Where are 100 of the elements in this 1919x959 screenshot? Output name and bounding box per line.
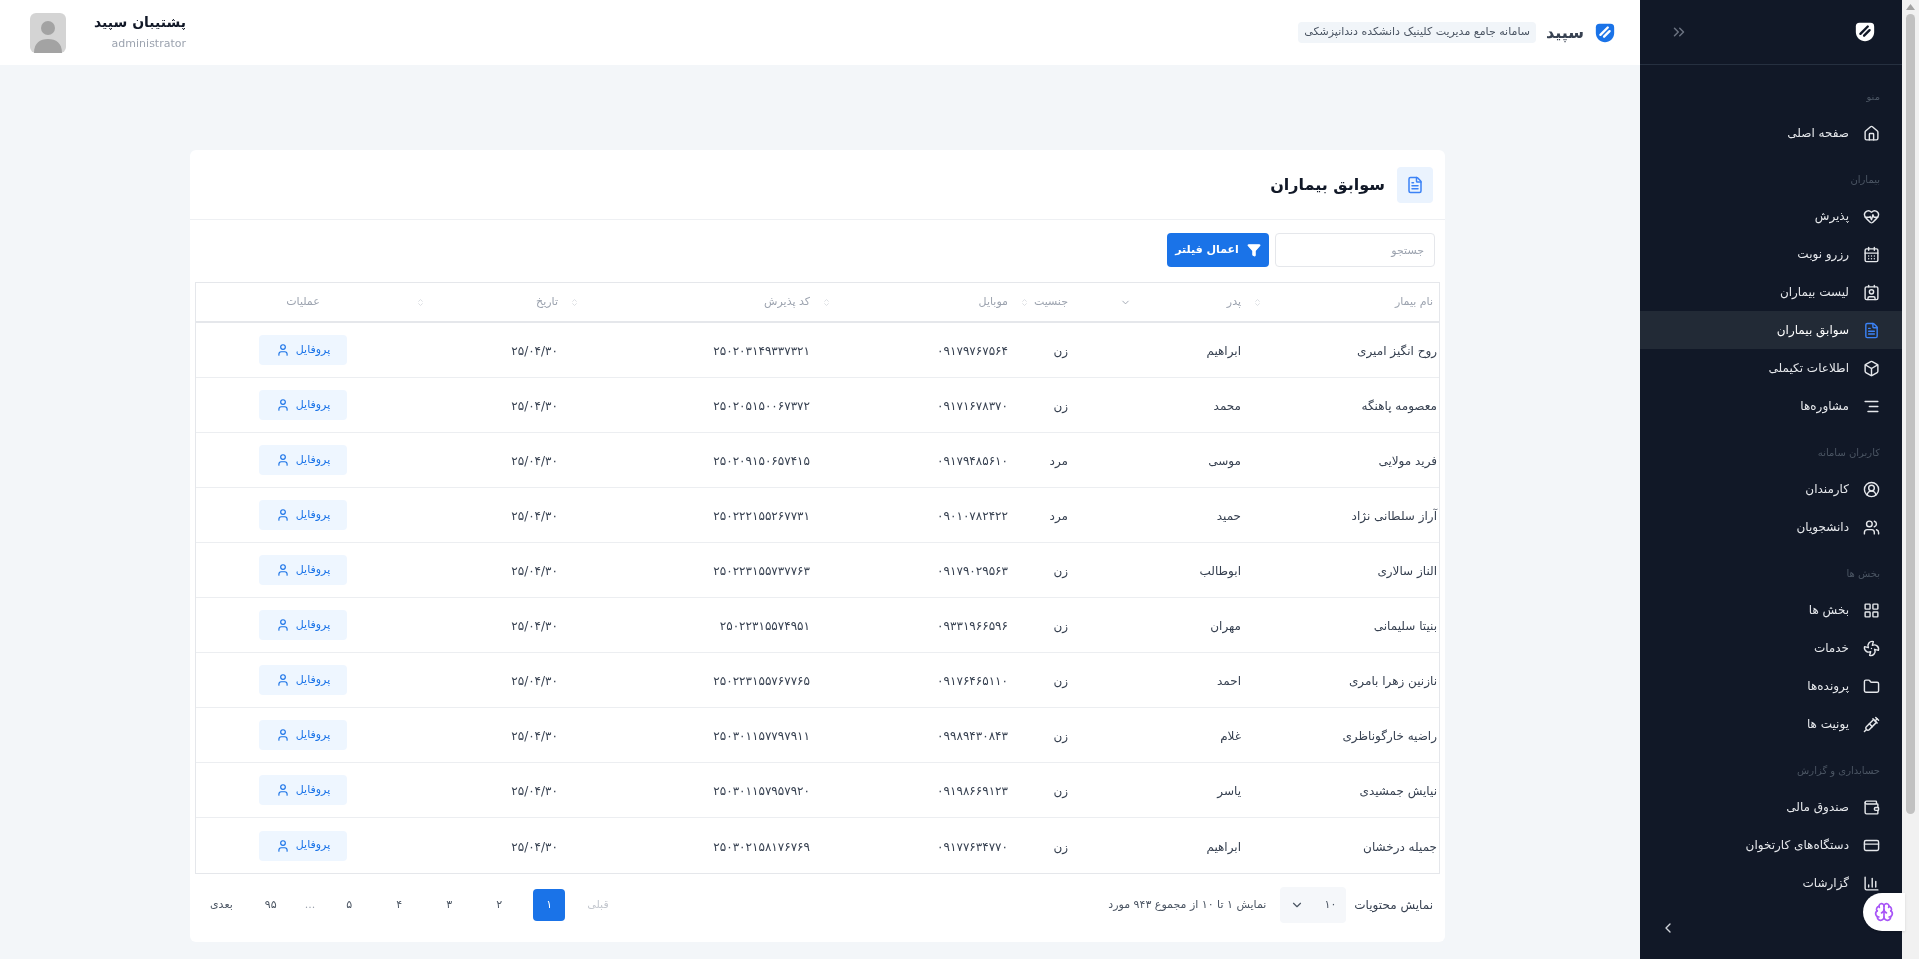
page-button[interactable]: ۲ bbox=[483, 889, 516, 921]
table-cell: موسی bbox=[1208, 454, 1241, 468]
next-button[interactable]: بعدی bbox=[206, 896, 237, 914]
page-size-label: نمایش محتویات bbox=[1354, 897, 1433, 914]
sort-icon[interactable] bbox=[1253, 297, 1262, 307]
app-subtitle: سامانه جامع مدیریت کلینیک دانشکده دندانپزشکی bbox=[1298, 22, 1536, 43]
table-cell: مرد bbox=[1049, 509, 1068, 523]
menu-item[interactable]: پذیرش bbox=[1640, 197, 1902, 235]
sort-icon[interactable] bbox=[1020, 297, 1029, 307]
table-cell: ۲۵۰۲۰۵۱۵۰۰۶۷۳۷۲ bbox=[713, 399, 810, 413]
table-cell: ۲۵/۰۴/۳۰ bbox=[511, 454, 558, 468]
menu-item[interactable]: دستگاه‌های کارتخوان bbox=[1640, 826, 1902, 864]
table-cell: ۲۵/۰۴/۳۰ bbox=[511, 564, 558, 578]
menu-item[interactable]: یونیت ها bbox=[1640, 705, 1902, 743]
logo-icon bbox=[1854, 21, 1876, 43]
page-button[interactable]: ۳ bbox=[433, 889, 466, 921]
page-button[interactable]: ۹۵ bbox=[254, 889, 287, 921]
logo-icon bbox=[1594, 21, 1616, 44]
menu-item[interactable]: گزارشات bbox=[1640, 864, 1902, 902]
section-label: حسابداری و گزارش bbox=[1796, 764, 1881, 778]
table-cell: بنیتا سلیمانی bbox=[1373, 619, 1437, 633]
table-cell: الناز سالاری bbox=[1377, 564, 1437, 578]
table-cell: نیایش جمشیدی bbox=[1359, 784, 1437, 798]
menu-item[interactable]: بخش ها bbox=[1640, 591, 1902, 629]
table-cell: حمید bbox=[1216, 509, 1241, 523]
table-cell: زن bbox=[1053, 839, 1068, 854]
box-icon bbox=[1863, 359, 1880, 377]
table-cell: ۰۹۱۷۹۰۲۹۵۶۳ bbox=[937, 564, 1008, 578]
grid-icon bbox=[1863, 601, 1880, 619]
table-cell: ۲۵/۰۴/۳۰ bbox=[511, 399, 558, 413]
table-cell: ۲۵/۰۴/۳۰ bbox=[511, 674, 558, 688]
section-label: منو bbox=[1865, 90, 1881, 104]
table-cell: ۰۹۳۳۱۹۶۶۵۹۶ bbox=[937, 619, 1008, 633]
menu-item[interactable]: لیست بیماران bbox=[1640, 273, 1902, 311]
sort-icon[interactable] bbox=[416, 297, 425, 307]
table-cell: معصومه پاهنگه bbox=[1361, 399, 1437, 413]
user-name: پشتیبان سپید bbox=[94, 13, 186, 33]
user-icon bbox=[275, 618, 290, 632]
table-cell: مهران bbox=[1210, 619, 1241, 633]
profile-button[interactable]: پروفایل bbox=[259, 665, 347, 695]
user-icon bbox=[275, 838, 290, 853]
search-field[interactable]: جستجو bbox=[1275, 233, 1435, 267]
table-cell: ۰۹۱۷۹۷۶۷۵۶۴ bbox=[937, 344, 1008, 358]
table-cell: احمد bbox=[1217, 674, 1241, 688]
wallet-icon bbox=[1863, 798, 1880, 816]
sort-icon[interactable] bbox=[570, 297, 579, 307]
page-button[interactable]: ۵ bbox=[333, 889, 366, 921]
profile-button[interactable]: پروفایل bbox=[259, 390, 347, 420]
table-cell: ۰۹۹۸۹۴۳۰۸۴۳ bbox=[937, 729, 1008, 743]
syringe-icon bbox=[1863, 715, 1880, 733]
table-cell: ۲۵۰۳۰۲۱۵۸۱۷۶۷۶۹ bbox=[713, 839, 810, 854]
table-cell: آراز سلطانی نژاد bbox=[1351, 509, 1437, 523]
table-cell: ابوطالب bbox=[1199, 564, 1241, 578]
menu-item[interactable]: دانشجویان bbox=[1640, 508, 1902, 546]
table-cell: ۲۵۰۲۲۳۱۵۵۷۳۷۷۶۳ bbox=[713, 564, 810, 578]
profile-button[interactable]: پروفایل bbox=[259, 445, 347, 475]
menu-item[interactable]: مشاوره‌ها bbox=[1640, 387, 1902, 425]
table-cell: زن bbox=[1053, 619, 1068, 633]
menu-item[interactable]: سوابق بیماران bbox=[1640, 311, 1902, 349]
scrollbar[interactable] bbox=[1902, 0, 1919, 959]
user-circle-icon bbox=[1863, 480, 1880, 498]
assistant-button[interactable] bbox=[1863, 893, 1905, 931]
section-label: بخش ها bbox=[1845, 567, 1881, 581]
table-cell: ۲۵/۰۴/۳۰ bbox=[511, 509, 558, 523]
table-cell: راضیه خارگوناظری bbox=[1342, 729, 1437, 743]
table-cell: ۲۵۰۳۰۱۱۵۷۹۵۷۹۲۰ bbox=[713, 784, 810, 798]
menu-item[interactable]: خدمات bbox=[1640, 629, 1902, 667]
table-cell: ۰۹۱۷۶۴۶۵۱۱۰ bbox=[937, 674, 1008, 688]
profile-button[interactable]: پروفایل bbox=[259, 335, 347, 365]
menu-item[interactable]: پرونده‌ها bbox=[1640, 667, 1902, 705]
section-label: کاربران سامانه bbox=[1816, 446, 1881, 460]
table-cell: ابراهیم bbox=[1206, 344, 1241, 358]
profile-button[interactable]: پروفایل bbox=[259, 775, 347, 805]
user-icon bbox=[275, 343, 290, 357]
page-button[interactable]: ۱ bbox=[533, 889, 566, 921]
page-button[interactable]: ۴ bbox=[383, 889, 416, 921]
profile-button[interactable]: پروفایل bbox=[259, 500, 347, 530]
users-icon bbox=[1863, 518, 1880, 536]
table-cell: زن bbox=[1053, 729, 1068, 743]
profile-button[interactable]: پروفایل bbox=[259, 830, 347, 861]
table-cell: ۲۵۰۲۲۳۱۵۵۷۴۹۵۱ bbox=[719, 619, 810, 633]
filter-button[interactable]: اعمال فیلتر bbox=[1167, 233, 1269, 267]
table-cell: زن bbox=[1053, 564, 1068, 578]
menu-item[interactable]: رزرو نوبت bbox=[1640, 235, 1902, 273]
table-cell: جمیله درخشان bbox=[1363, 839, 1437, 854]
profile-button[interactable]: پروفایل bbox=[259, 720, 347, 750]
page-size-select[interactable]: ۱۰ bbox=[1280, 887, 1347, 923]
scroll-up-icon[interactable] bbox=[1906, 4, 1915, 10]
profile-button[interactable]: پروفایل bbox=[259, 610, 347, 640]
profile-button[interactable]: پروفایل bbox=[259, 555, 347, 585]
avatar bbox=[30, 12, 66, 53]
menu-item[interactable]: اطلاعات تکیملی bbox=[1640, 349, 1902, 387]
sort-icon[interactable] bbox=[822, 297, 831, 307]
menu-item[interactable]: صفحه اصلی bbox=[1640, 114, 1902, 152]
folder-icon bbox=[1863, 677, 1880, 695]
table-cell: ۲۵/۰۴/۳۰ bbox=[511, 784, 558, 798]
home-icon bbox=[1863, 124, 1880, 142]
menu-item[interactable]: صندوق مالی bbox=[1640, 788, 1902, 826]
brain-icon bbox=[1874, 902, 1894, 922]
menu-item[interactable]: کارمندان bbox=[1640, 470, 1902, 508]
